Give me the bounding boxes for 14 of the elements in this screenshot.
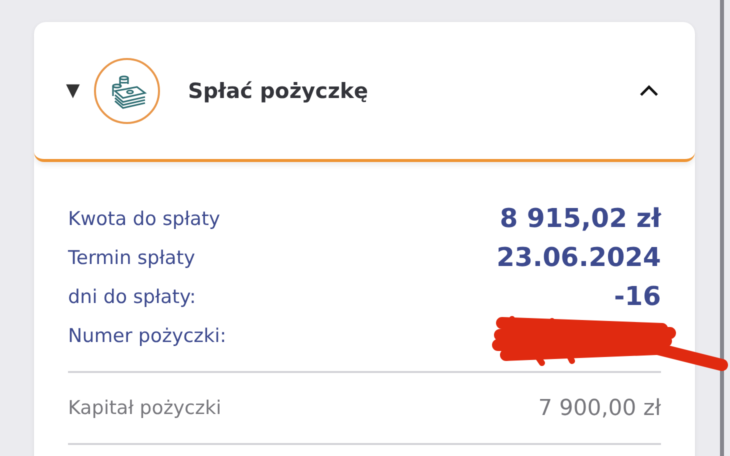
- money-stack-icon: [94, 58, 160, 124]
- detail-label: Termin spłaty: [68, 246, 196, 268]
- summary-value: 7 900,00 zł: [538, 396, 661, 420]
- detail-label: Numer pożyczki:: [68, 324, 226, 346]
- detail-label: dni do spłaty:: [68, 286, 196, 308]
- detail-value: -16: [614, 282, 661, 312]
- detail-value: 8 915,02 zł: [500, 204, 661, 234]
- chevron-up-icon[interactable]: [639, 84, 659, 96]
- detail-value: 23.06.2024: [496, 242, 661, 272]
- toggle-marker: ▼: [66, 80, 81, 101]
- accordion-header[interactable]: ▼ Spłać pożyczkę: [34, 22, 695, 162]
- detail-label: Kwota do spłaty: [68, 208, 220, 230]
- summary-label: Kapitał pożyczki: [68, 397, 222, 419]
- panel-title: Spłać pożyczkę: [188, 78, 370, 102]
